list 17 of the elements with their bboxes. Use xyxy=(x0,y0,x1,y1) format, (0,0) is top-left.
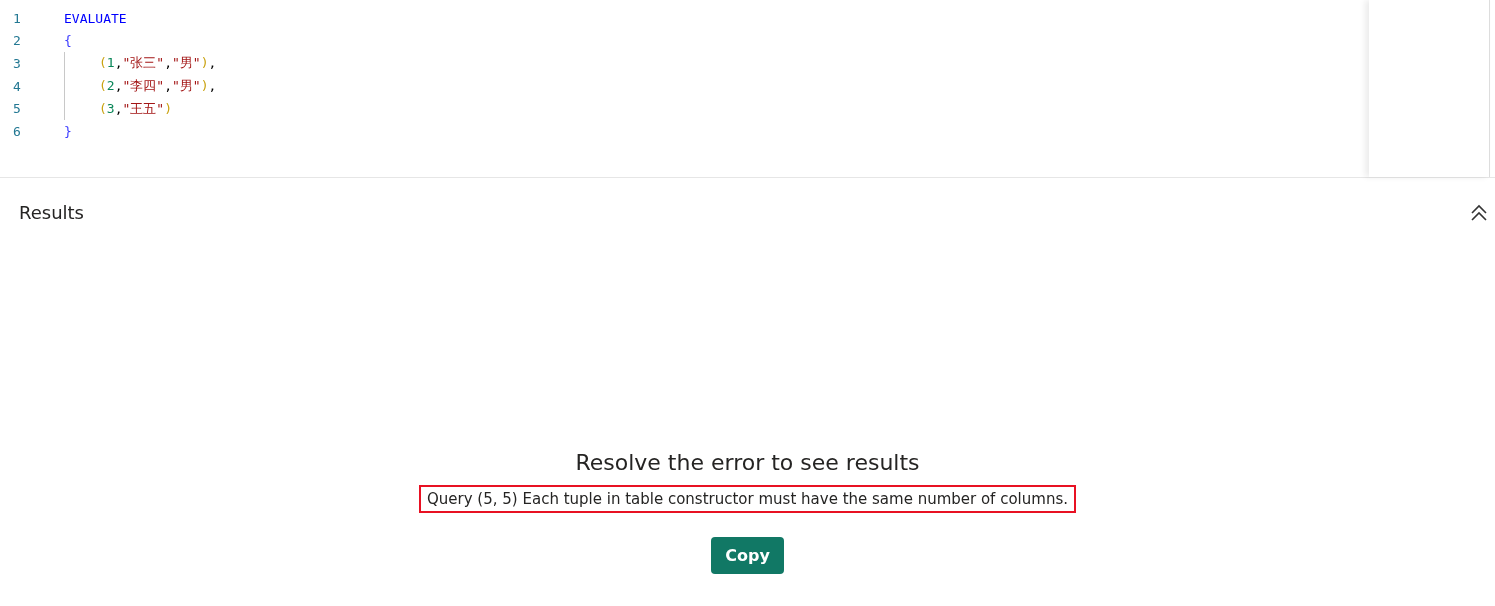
code-line: (1,"张三","男"), xyxy=(99,54,217,73)
code-line: (2,"李四","男"), xyxy=(99,77,217,96)
error-title: Resolve the error to see results xyxy=(575,450,920,475)
line-number: 6 xyxy=(12,123,22,139)
results-title: Results xyxy=(19,202,84,223)
line-number: 1 xyxy=(12,10,22,26)
line-number: 5 xyxy=(12,101,22,117)
line-number: 4 xyxy=(12,78,22,94)
line-number: 2 xyxy=(12,33,22,49)
code-line: (3,"王五") xyxy=(99,99,172,118)
error-message: Query (5, 5) Each tuple in table constructor must have the same number of columns. xyxy=(419,485,1076,513)
code-line: } xyxy=(64,123,72,139)
copy-button[interactable]: Copy xyxy=(711,537,784,574)
collapse-chevron-icon[interactable] xyxy=(1469,202,1489,223)
code-line: { xyxy=(64,33,72,49)
line-number: 3 xyxy=(12,56,22,71)
code-line: EVALUATE xyxy=(64,10,127,26)
